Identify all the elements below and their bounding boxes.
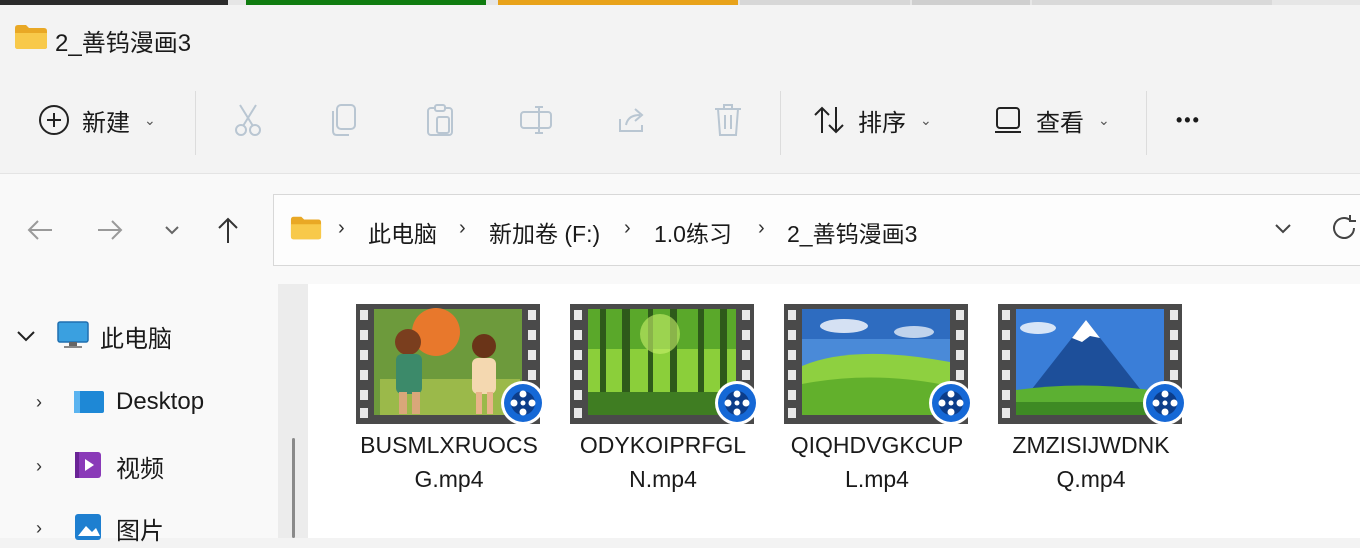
file-name-line: N.mp4 [629, 466, 697, 492]
share-icon [619, 108, 644, 132]
copy-button[interactable] [324, 100, 364, 140]
delete-button[interactable] [708, 100, 748, 140]
breadcrumb-separator-icon: › [758, 217, 765, 239]
file-name: ODYKOIPRFGL N.mp4 [550, 428, 776, 496]
navigation-bar: › 此电脑 › 新加卷 (F:) › 1.0练习 › 2_善钨漫画3 [0, 174, 1360, 284]
view-icon [995, 107, 1021, 133]
chevron-down-icon: ⌄ [920, 111, 932, 128]
breadcrumb-separator-icon: › [338, 217, 345, 239]
rename-icon [520, 106, 552, 134]
paste-button[interactable] [420, 100, 460, 140]
breadcrumb-item[interactable]: 此电脑 [368, 215, 437, 249]
breadcrumb-item[interactable]: 2_善钨漫画3 [787, 215, 917, 249]
window-title: 2_善钨漫画3 [55, 30, 192, 57]
scissors-icon [235, 104, 261, 136]
media-player-badge-icon [715, 381, 759, 425]
arrow-left-icon [27, 220, 52, 240]
sidebar-item-desktop[interactable]: › Desktop [0, 382, 278, 422]
folder-icon [15, 25, 47, 49]
collapsed-chevron-icon[interactable]: › [36, 392, 42, 413]
arrow-up-icon [218, 217, 238, 243]
navigation-pane: 此电脑 › Desktop › 视频 › 图片 [0, 284, 278, 545]
breadcrumb-separator-icon: › [459, 217, 466, 239]
address-bar[interactable]: › 此电脑 › 新加卷 (F:) › 1.0练习 › 2_善钨漫画3 [273, 194, 1360, 266]
collapsed-chevron-icon[interactable]: › [36, 518, 42, 539]
file-name-line: ODYKOIPRFGL [579, 432, 747, 458]
arrow-right-icon [98, 220, 123, 240]
sidebar-item-label: Desktop [116, 388, 205, 415]
computer-icon [57, 321, 89, 348]
file-name-line: ZMZISIJWDNK [1012, 432, 1170, 458]
back-button[interactable] [24, 214, 56, 246]
collapsed-chevron-icon[interactable]: › [36, 456, 42, 477]
plus-circle-icon [39, 105, 69, 135]
new-button[interactable]: 新建 ⌄ [38, 95, 156, 145]
recent-locations-button[interactable] [156, 214, 188, 246]
sort-button[interactable]: 排序 ⌄ [812, 95, 932, 145]
media-player-badge-icon [1143, 381, 1187, 425]
forward-button[interactable] [94, 214, 126, 246]
folder-icon [290, 216, 322, 240]
sidebar-scrollbar[interactable] [278, 284, 308, 538]
sidebar-item-label: 此电脑 [100, 325, 172, 353]
sidebar-item-pictures[interactable]: › 图片 [0, 508, 278, 548]
separator [1146, 91, 1147, 155]
media-player-badge-icon [501, 381, 545, 425]
desktop-icon [74, 391, 104, 413]
sort-label: 排序 [858, 109, 906, 137]
chevron-down-icon [165, 226, 179, 235]
copy-icon [332, 104, 356, 136]
paste-icon [427, 104, 453, 136]
breadcrumb-separator-icon: › [624, 217, 631, 239]
sidebar-item-label: 图片 [116, 517, 164, 545]
new-label: 新建 [82, 109, 130, 137]
sidebar-item-videos[interactable]: › 视频 [0, 446, 278, 486]
cut-button[interactable] [228, 100, 268, 140]
file-name-line: QIQHDVGKCUP [790, 432, 964, 458]
command-bar: 新建 ⌄ 排序 ⌄ 查看 ⌄ ••• [0, 67, 1360, 174]
expanded-chevron-icon[interactable] [16, 330, 36, 342]
rename-button[interactable] [516, 100, 556, 140]
chevron-down-icon: ⌄ [1098, 111, 1110, 128]
breadcrumb-item[interactable]: 1.0练习 [654, 215, 732, 249]
sidebar-item-this-pc[interactable]: 此电脑 [0, 316, 278, 356]
scrollbar-thumb[interactable] [292, 438, 295, 538]
up-button[interactable] [212, 214, 244, 246]
title-bar: 2_善钨漫画3 [0, 5, 1360, 67]
share-button[interactable] [612, 100, 652, 140]
file-name: QIQHDVGKCUP L.mp4 [764, 428, 990, 496]
more-options-button[interactable]: ••• [1176, 95, 1201, 145]
file-name-line: BUSMLXRUOCS [360, 432, 538, 458]
file-name: BUSMLXRUOCS G.mp4 [336, 428, 562, 496]
file-list: BUSMLXRUOCS G.mp4 ODYKOIPRFGL N.mp4 QIQH… [308, 284, 1360, 538]
file-name-line: G.mp4 [414, 466, 484, 492]
separator [780, 91, 781, 155]
breadcrumb-item[interactable]: 新加卷 (F:) [489, 215, 600, 249]
media-player-badge-icon [929, 381, 973, 425]
sidebar-item-label: 视频 [116, 455, 164, 483]
refresh-icon [1333, 215, 1356, 239]
file-name-line: L.mp4 [845, 466, 909, 492]
file-name-line: Q.mp4 [1056, 466, 1126, 492]
view-label: 查看 [1036, 109, 1084, 137]
sort-icon [814, 106, 844, 134]
separator [195, 91, 196, 155]
more-icon: ••• [1176, 109, 1201, 130]
trash-icon [715, 104, 741, 136]
video-folder-icon [75, 452, 101, 478]
file-name: ZMZISIJWDNK Q.mp4 [978, 428, 1204, 496]
view-button[interactable]: 查看 ⌄ [994, 95, 1110, 145]
refresh-button[interactable] [1330, 214, 1358, 247]
chevron-down-icon[interactable] [1274, 223, 1292, 235]
chevron-down-icon: ⌄ [144, 111, 156, 128]
